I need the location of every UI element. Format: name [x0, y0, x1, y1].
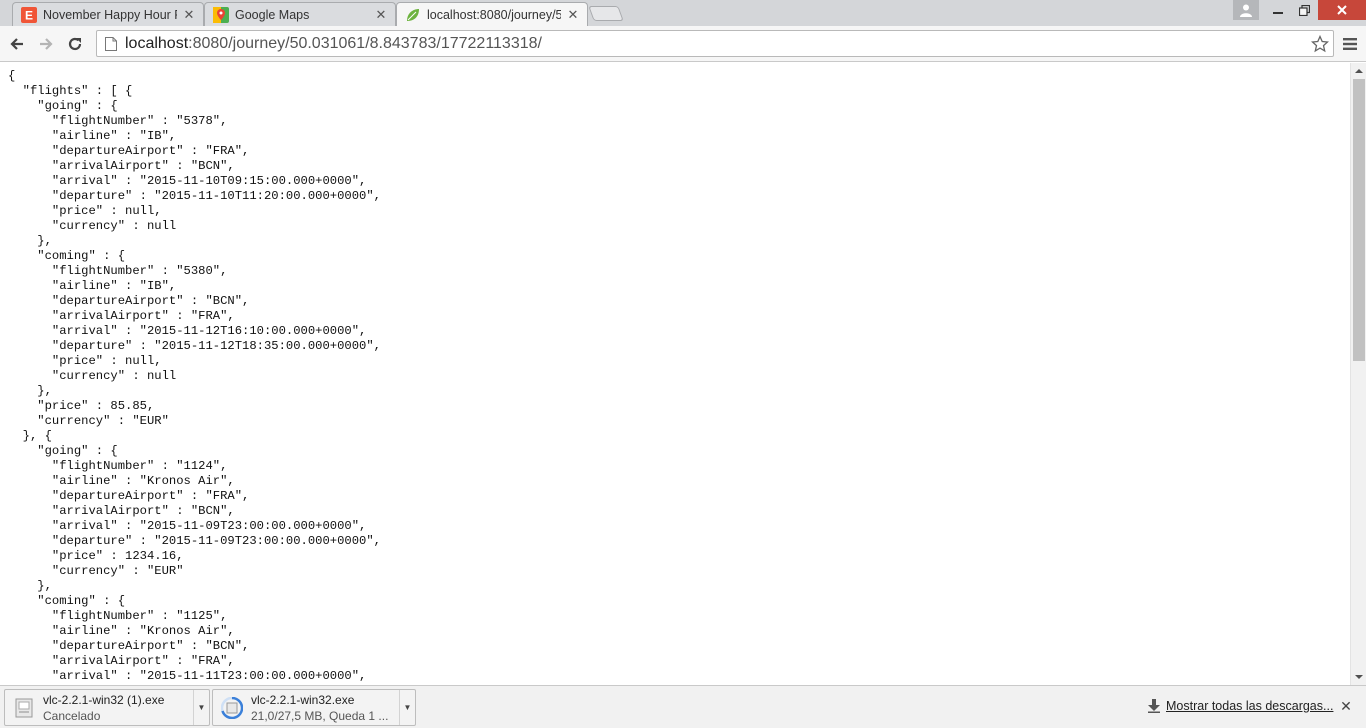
show-all-downloads[interactable]: Mostrar todas las descargas... — [1148, 699, 1333, 713]
download-item[interactable]: vlc-2.2.1-win32.exe 21,0/27,5 MB, Queda … — [212, 689, 416, 726]
scroll-up-arrow-icon[interactable] — [1351, 63, 1366, 79]
google-maps-icon — [213, 6, 229, 23]
file-icon — [13, 697, 35, 719]
minimize-icon — [1273, 12, 1283, 14]
download-arrow-icon — [1148, 699, 1160, 713]
close-icon — [1337, 5, 1347, 15]
minimize-button[interactable] — [1265, 0, 1291, 20]
restore-button[interactable] — [1291, 0, 1317, 20]
chrome-menu-button[interactable] — [1338, 31, 1362, 57]
json-response-text: { "flights" : [ { "going" : { "flightNum… — [8, 69, 381, 683]
download-filename: vlc-2.2.1-win32.exe — [251, 692, 355, 707]
back-arrow-icon — [10, 38, 23, 50]
bookmark-star-icon[interactable] — [1311, 35, 1329, 53]
download-status: Cancelado — [43, 708, 101, 723]
close-tab-icon[interactable]: ✕ — [567, 8, 579, 21]
page-icon — [103, 36, 119, 52]
url-host: localhost — [125, 34, 189, 52]
download-info: vlc-2.2.1-win32.exe 21,0/27,5 MB, Queda … — [251, 692, 399, 724]
svg-text:E: E — [25, 8, 33, 22]
tab-google-maps[interactable]: Google Maps ✕ — [204, 2, 396, 26]
download-filename: vlc-2.2.1-win32 (1).exe — [43, 692, 165, 707]
user-profile-button[interactable] — [1233, 0, 1259, 20]
url-path: :8080/journey/50.031061/8.843783/1772211… — [188, 34, 542, 52]
close-window-button[interactable] — [1318, 0, 1366, 20]
tab-strip: E November Happy Hour Re ✕ Google Maps ✕… — [0, 0, 1366, 27]
new-tab-button[interactable] — [588, 6, 624, 21]
close-tab-icon[interactable]: ✕ — [375, 8, 387, 21]
hamburger-menu-icon — [1343, 38, 1357, 50]
download-menu-caret-icon[interactable]: ▼ — [399, 690, 415, 725]
download-status: 21,0/27,5 MB, Queda 1 ... — [251, 708, 389, 723]
reload-icon — [68, 37, 82, 51]
vertical-scrollbar[interactable] — [1350, 63, 1366, 685]
restore-icon — [1298, 4, 1310, 16]
back-button[interactable] — [4, 31, 30, 57]
eventbrite-icon: E — [21, 6, 37, 23]
forward-arrow-icon — [40, 38, 53, 50]
show-all-downloads-link[interactable]: Mostrar todas las descargas... — [1166, 699, 1333, 713]
spring-leaf-icon — [405, 7, 421, 23]
download-info: vlc-2.2.1-win32 (1).exe Cancelado — [43, 692, 193, 724]
download-progress-icon — [221, 696, 243, 719]
close-tab-icon[interactable]: ✕ — [183, 8, 195, 21]
page-content: { "flights" : [ { "going" : { "flightNum… — [0, 63, 1350, 685]
browser-toolbar: localhost:8080/journey/50.031061/8.84378… — [0, 26, 1366, 62]
tab-eventbrite[interactable]: E November Happy Hour Re ✕ — [12, 2, 204, 26]
close-download-shelf-icon[interactable]: ✕ — [1338, 698, 1354, 714]
user-icon — [1240, 4, 1252, 17]
download-menu-caret-icon[interactable]: ▼ — [193, 690, 209, 725]
tab-title: localhost:8080/journey/50 — [427, 8, 561, 22]
tab-title: Google Maps — [235, 7, 310, 22]
tab-localhost[interactable]: localhost:8080/journey/50 ✕ — [396, 2, 588, 27]
download-item[interactable]: vlc-2.2.1-win32 (1).exe Cancelado ▼ — [4, 689, 210, 726]
tab-title: November Happy Hour Re — [43, 7, 177, 22]
scroll-down-arrow-icon[interactable] — [1351, 669, 1366, 685]
scrollbar-thumb[interactable] — [1353, 79, 1365, 361]
reload-button[interactable] — [62, 31, 88, 57]
download-shelf: vlc-2.2.1-win32 (1).exe Cancelado ▼ vlc-… — [0, 685, 1366, 728]
forward-button[interactable] — [33, 31, 59, 57]
address-bar[interactable]: localhost:8080/journey/50.031061/8.84378… — [96, 30, 1334, 57]
url-text: localhost:8080/journey/50.031061/8.84378… — [125, 35, 542, 53]
